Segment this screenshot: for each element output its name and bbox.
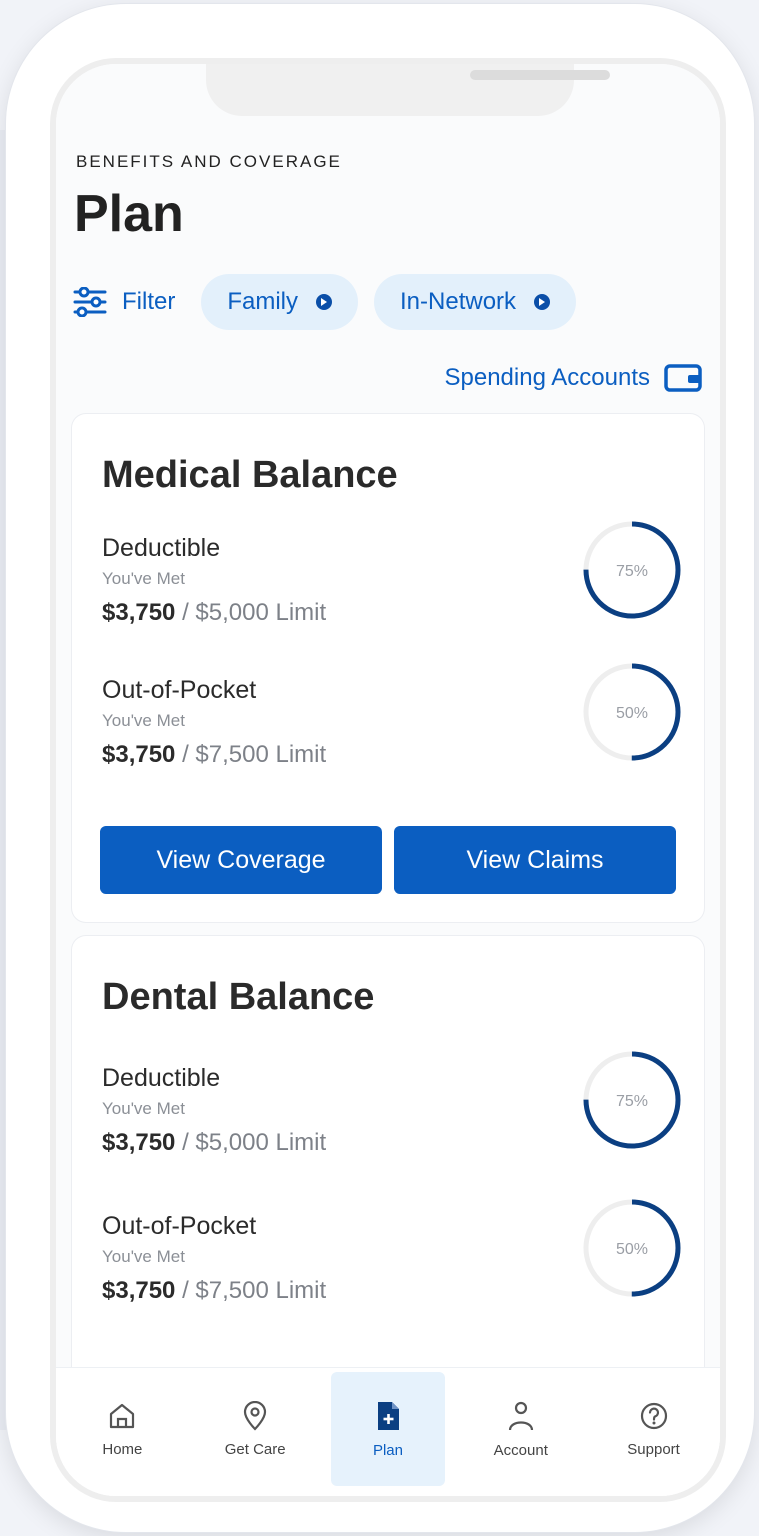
filter-button[interactable]: Filter	[72, 287, 175, 317]
medical-deductible: Deductible You've Met $3,750 / $5,000 Li…	[102, 521, 682, 654]
dental-out-of-pocket: Out-of-Pocket You've Met $3,750 / $7,500…	[102, 1199, 682, 1332]
chip-label: Family	[227, 288, 299, 315]
document-plus-icon	[377, 1401, 399, 1430]
met-amount: $3,750	[102, 1277, 176, 1304]
chip-in-network[interactable]: In-Network	[374, 274, 577, 330]
spending-accounts-link[interactable]: Spending Accounts	[445, 364, 703, 392]
limit-amount: / $7,500 Limit	[182, 1277, 327, 1304]
progress-ring: 50%	[583, 1199, 681, 1297]
phone-notch	[206, 64, 610, 116]
met-amount: $3,750	[102, 1129, 176, 1156]
sliders-icon	[73, 287, 107, 317]
view-coverage-button[interactable]: View Coverage	[100, 826, 382, 894]
progress-percent: 75%	[616, 1093, 648, 1110]
bottom-tab-bar: Home Get Care Plan Account Support	[56, 1367, 720, 1496]
wallet-icon	[664, 364, 702, 392]
app-screen: BENEFITS AND COVERAGE Plan Filter Family…	[56, 64, 720, 1496]
view-claims-button[interactable]: View Claims	[394, 826, 676, 894]
location-pin-icon	[244, 1400, 267, 1431]
chevron-right-icon	[534, 294, 551, 310]
progress-percent: 50%	[616, 1241, 648, 1258]
tab-label: Home	[102, 1440, 143, 1458]
home-icon	[110, 1403, 135, 1428]
tab-support[interactable]: Support	[597, 1372, 711, 1486]
dental-deductible: Deductible You've Met $3,750 / $5,000 Li…	[102, 1051, 682, 1184]
person-icon	[508, 1401, 533, 1430]
limit-amount: / $5,000 Limit	[182, 599, 327, 626]
medical-out-of-pocket: Out-of-Pocket You've Met $3,750 / $7,500…	[102, 663, 682, 796]
met-amount: $3,750	[102, 741, 176, 768]
phone-screen-bezel: BENEFITS AND COVERAGE Plan Filter Family…	[56, 64, 720, 1496]
tab-account[interactable]: Account	[464, 1372, 578, 1486]
met-amount: $3,750	[102, 599, 176, 626]
page-eyebrow: BENEFITS AND COVERAGE	[76, 152, 342, 171]
progress-ring: 50%	[583, 663, 681, 761]
chip-label: In-Network	[400, 288, 517, 315]
limit-amount: / $7,500 Limit	[182, 741, 327, 768]
tab-label: Support	[627, 1440, 680, 1458]
tab-label: Account	[493, 1441, 548, 1459]
progress-ring: 75%	[583, 1051, 681, 1149]
card-title: Medical Balance	[102, 454, 398, 496]
chevron-right-icon	[316, 294, 333, 310]
page-title: Plan	[74, 185, 184, 243]
progress-ring: 75%	[583, 521, 681, 619]
medical-actions: View Coverage View Claims	[100, 826, 676, 894]
filter-row: Filter Family In-Network	[72, 274, 592, 330]
tab-plan[interactable]: Plan	[330, 1372, 445, 1486]
help-circle-icon	[640, 1402, 667, 1429]
progress-percent: 50%	[616, 705, 648, 722]
filter-label: Filter	[122, 288, 176, 315]
spending-accounts-label: Spending Accounts	[444, 364, 651, 391]
card-title: Dental Balance	[102, 976, 375, 1018]
limit-amount: / $5,000 Limit	[182, 1129, 327, 1156]
progress-percent: 75%	[616, 563, 648, 580]
phone-frame: BENEFITS AND COVERAGE Plan Filter Family…	[6, 4, 754, 1532]
tab-get-care[interactable]: Get Care	[198, 1372, 312, 1486]
tab-label: Get Care	[224, 1440, 286, 1458]
tab-home[interactable]: Home	[65, 1372, 179, 1486]
medical-balance-card: Medical Balance Deductible You've Met $3…	[72, 414, 704, 922]
speaker-grille	[470, 70, 610, 80]
tab-label: Plan	[372, 1441, 403, 1459]
chip-family[interactable]: Family	[201, 274, 359, 330]
